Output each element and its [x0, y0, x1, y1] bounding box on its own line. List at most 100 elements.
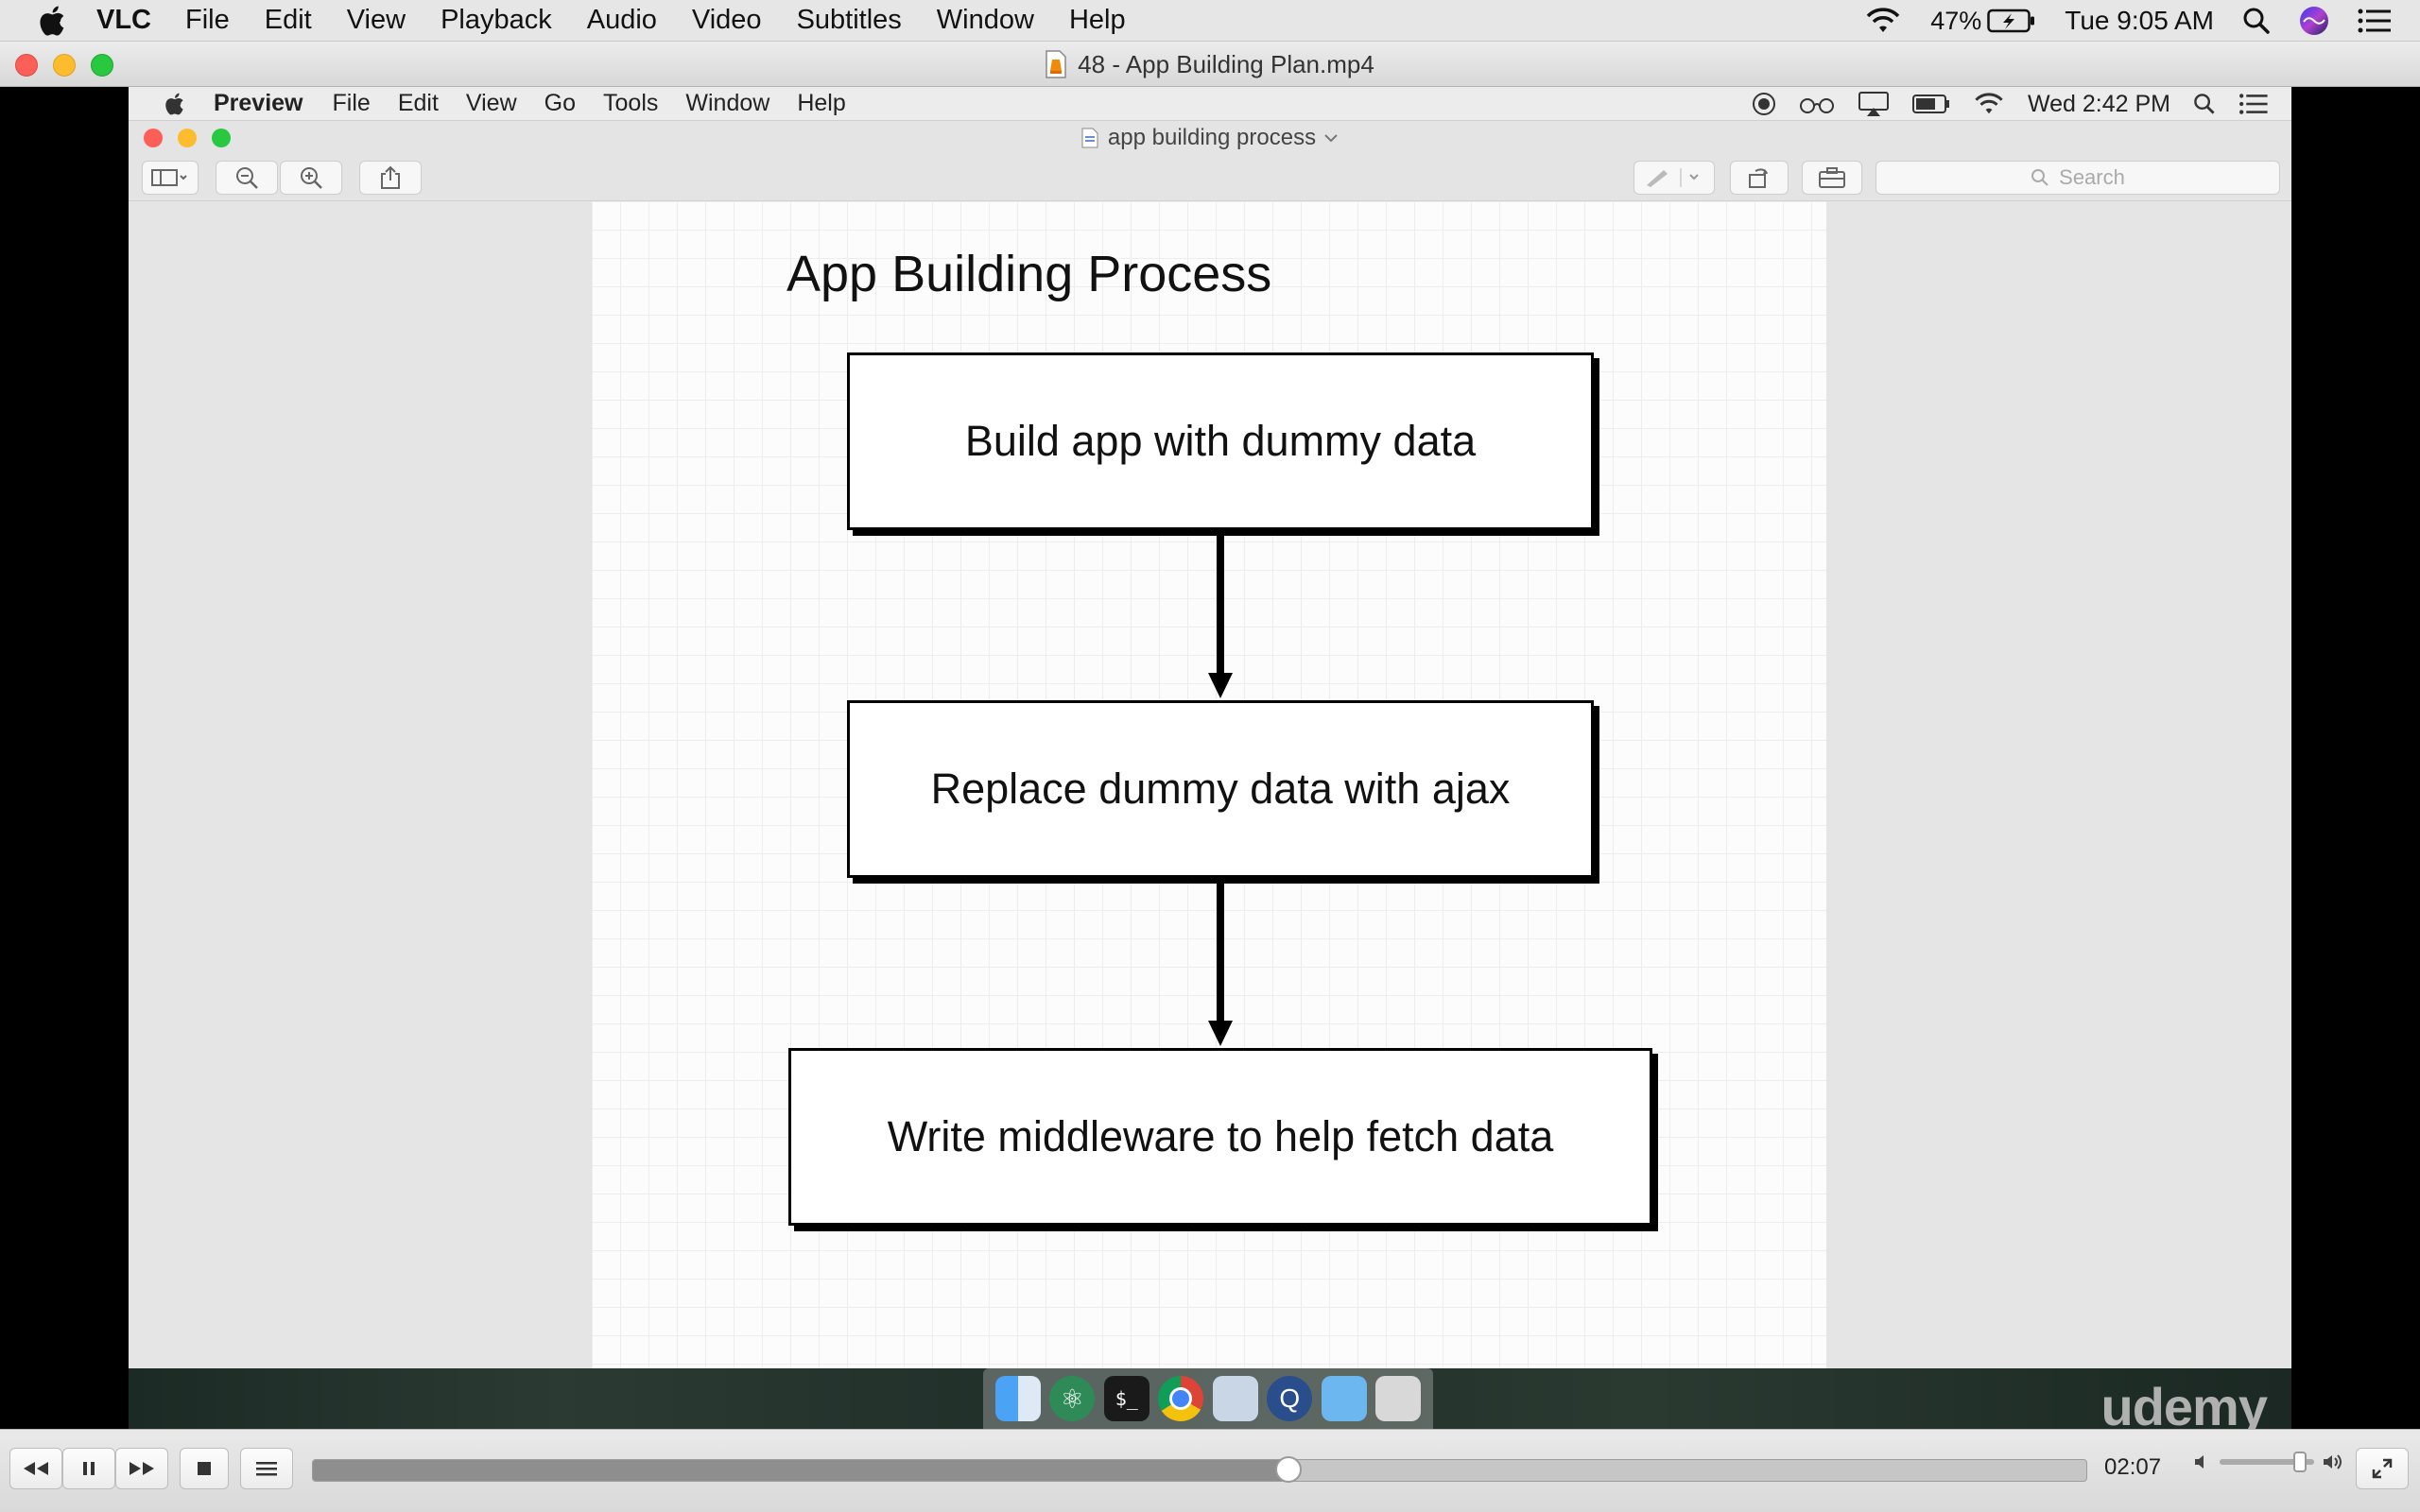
video-area[interactable]: Preview File Edit View Go Tools Window H…: [0, 87, 2420, 1429]
fast-forward-icon: [130, 1462, 154, 1475]
wifi-icon: [1975, 93, 2003, 114]
video-frame: Preview File Edit View Go Tools Window H…: [129, 87, 2291, 1429]
apple-icon[interactable]: [36, 3, 72, 39]
volume-control: [2193, 1452, 2346, 1472]
notification-center-icon[interactable]: [2358, 8, 2392, 34]
menu-audio[interactable]: Audio: [587, 5, 657, 36]
battery-indicator[interactable]: 47%: [1930, 7, 2036, 36]
video-file-icon: [1046, 50, 1066, 78]
preview-doc-title: app building process: [1107, 125, 1317, 150]
fullscreen-icon: [2372, 1458, 2393, 1479]
seek-bar[interactable]: [312, 1456, 2087, 1483]
preview-app-icon: [1212, 1376, 1258, 1421]
wifi-icon[interactable]: [1864, 7, 1902, 35]
menu-app-vlc[interactable]: VLC: [96, 5, 151, 36]
glasses-icon: [1799, 98, 1834, 113]
zoom-in-icon: [301, 167, 322, 189]
zoom-out-icon: [236, 167, 258, 189]
terminal-icon: $_: [1103, 1376, 1150, 1421]
udemy-watermark: udemy: [2100, 1377, 2268, 1429]
pause-button[interactable]: [62, 1448, 115, 1489]
battery-percent: 47%: [1930, 6, 1982, 35]
menu-edit[interactable]: Edit: [265, 5, 312, 36]
finder-icon: [994, 1376, 1041, 1421]
share-icon: [381, 165, 400, 189]
flow-step-1: Build app with dummy data: [847, 352, 1594, 530]
volume-high-icon[interactable]: [2322, 1452, 2346, 1471]
search-icon: [2031, 169, 2048, 186]
status-area: 47% Tue 9:05 AM: [1864, 0, 2420, 42]
chrome-icon: [1158, 1376, 1204, 1421]
quicktime-icon: Q: [1267, 1376, 1313, 1421]
menu-subtitles[interactable]: Subtitles: [797, 5, 902, 36]
rotate-icon: [1749, 168, 1768, 188]
zoom-in-button: [280, 161, 342, 195]
stop-button[interactable]: [180, 1448, 229, 1489]
document-icon: [1081, 128, 1098, 148]
search-placeholder: Search: [2059, 165, 2125, 189]
zoom-out-button: [216, 161, 278, 195]
window-title: 48 - App Building Plan.mp4: [1078, 49, 1374, 78]
toolbox-icon: [1819, 167, 1845, 188]
playback-controls: 02:07: [0, 1429, 2420, 1512]
trash-icon: [1375, 1376, 1422, 1421]
menu-bar: VLC File Edit View Playback Audio Video …: [0, 0, 2420, 42]
markup-button: [1634, 161, 1715, 195]
menu-video[interactable]: Video: [692, 5, 762, 36]
menubar-clock[interactable]: Tue 9:05 AM: [2065, 6, 2214, 36]
folder-icon: [1321, 1376, 1367, 1421]
menu-view[interactable]: View: [347, 5, 406, 36]
atom-icon: ⚛: [1049, 1376, 1096, 1421]
recorded-menu-tools: Tools: [603, 90, 659, 116]
document-page: App Building Process Build app with dumm…: [592, 201, 1826, 1368]
menu-window[interactable]: Window: [937, 5, 1034, 36]
battery-icon: [1987, 9, 2035, 33]
rewind-button[interactable]: [9, 1448, 62, 1489]
menu-help[interactable]: Help: [1069, 5, 1126, 36]
seek-progress: [313, 1460, 1288, 1481]
toolbox-button: [1802, 161, 1862, 195]
recorded-menubar: Preview File Edit View Go Tools Window H…: [129, 87, 2291, 121]
volume-slider[interactable]: [2220, 1452, 2314, 1472]
playlist-icon: [256, 1462, 277, 1476]
recorded-menu-view: View: [465, 90, 517, 116]
diagram-title: App Building Process: [786, 246, 1272, 302]
share-button: [359, 161, 422, 195]
menu-playback[interactable]: Playback: [441, 5, 552, 36]
menu-file[interactable]: File: [185, 5, 230, 36]
record-icon: [1752, 93, 1775, 115]
recorded-menu-file: File: [332, 90, 371, 116]
elapsed-time[interactable]: 02:07: [2104, 1454, 2161, 1481]
recorded-menu-help: Help: [797, 90, 846, 116]
recorded-clock: Wed 2:42 PM: [2027, 90, 2170, 117]
rewind-icon: [24, 1462, 48, 1475]
flow-step-2-label: Replace dummy data with ajax: [930, 765, 1511, 813]
siri-icon[interactable]: [2299, 6, 2329, 36]
preview-window: app building process Search App Building…: [129, 121, 2291, 1368]
flow-arrow-2: [1208, 884, 1233, 1046]
fast-forward-button[interactable]: [115, 1448, 168, 1489]
recorded-menu-preview: Preview: [214, 90, 303, 116]
fullscreen-button[interactable]: [2356, 1448, 2409, 1489]
volume-knob[interactable]: [2293, 1452, 2307, 1472]
seek-knob[interactable]: [1274, 1456, 1302, 1483]
playlist-button[interactable]: [240, 1448, 293, 1489]
preview-minimize-button: [178, 129, 197, 147]
sidebar-toggle-button: [142, 161, 199, 195]
flow-step-3-label: Write middleware to help fetch data: [887, 1112, 1554, 1160]
window-title-bar: 48 - App Building Plan.mp4: [0, 42, 2420, 87]
recorded-dock: ⚛ $_ Q: [983, 1368, 1433, 1429]
recorded-desktop: ⚛ $_ Q udemy: [129, 1368, 2291, 1429]
battery-icon: [1911, 94, 1949, 113]
notification-center-icon: [2239, 94, 2268, 114]
recorded-menu-window: Window: [685, 90, 770, 116]
recorded-menu-go: Go: [544, 90, 577, 116]
sidebar-icon: [151, 169, 187, 186]
pen-icon: [1647, 168, 1699, 187]
spotlight-icon[interactable]: [2242, 7, 2271, 35]
pause-icon: [83, 1462, 95, 1475]
volume-low-icon[interactable]: [2193, 1452, 2212, 1471]
chevron-down-icon: [1324, 134, 1338, 143]
preview-title-bar: app building process: [129, 121, 2291, 155]
recorded-menu-edit: Edit: [397, 90, 439, 116]
